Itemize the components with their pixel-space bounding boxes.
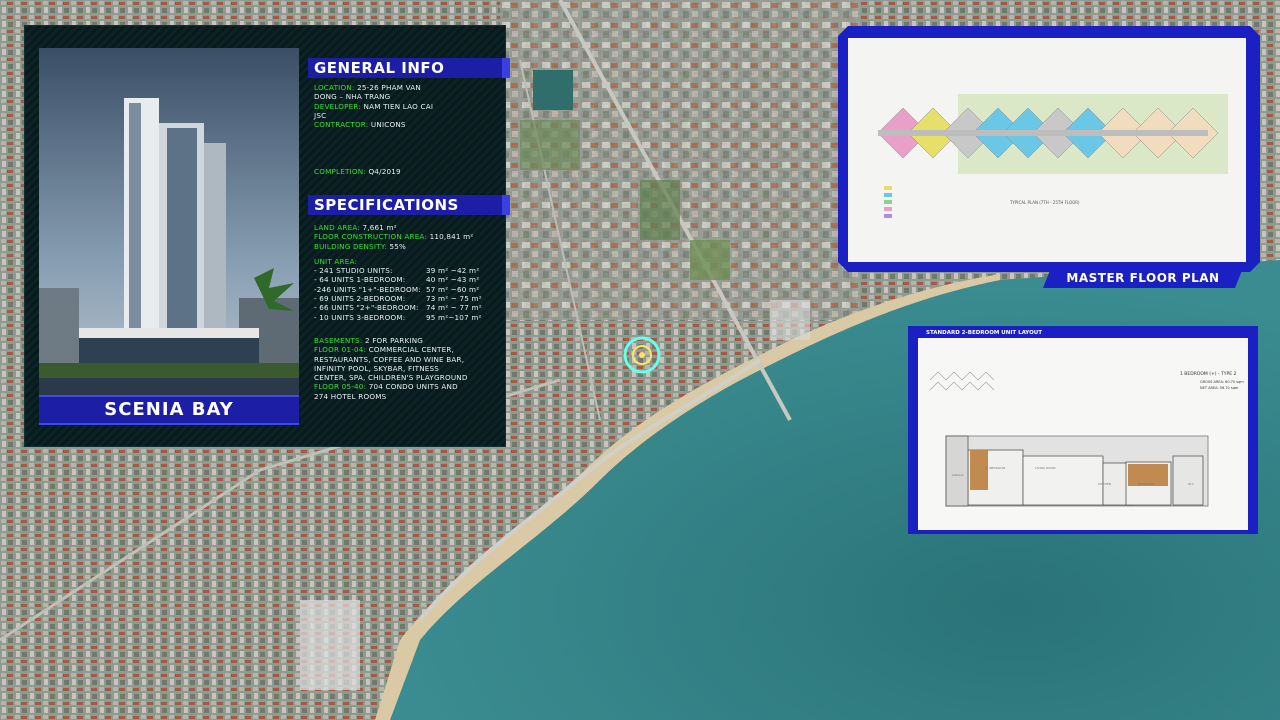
room-label-loggia: LOGGIA xyxy=(952,473,964,477)
room-label-wc: W.C xyxy=(1188,482,1194,486)
specifications-title: SPECIFICATIONS xyxy=(308,195,510,215)
master-floor-plan-image[interactable] xyxy=(848,38,1246,262)
room-label-bedroom: BEDROOM xyxy=(1138,482,1154,486)
net-area-label: NET AREA: 56.70 sqm xyxy=(1200,386,1239,390)
master-floor-plan-caption: MASTER FLOOR PLAN xyxy=(1043,268,1243,288)
unit-layout-header: STANDARD 2-BEDROOM UNIT LAYOUT xyxy=(926,330,1042,336)
project-name: SCENIA BAY xyxy=(39,395,299,425)
gross-area-label: GROSS AREA: 60.70 sqm xyxy=(1200,380,1244,384)
general-info-text: LOCATION: 25-26 PHAM VAN DONG – NHA TRAN… xyxy=(314,83,434,130)
building-render-image xyxy=(39,48,299,418)
room-label-master-bedroom: M. BEDROOM xyxy=(985,466,1006,470)
specifications-text: LAND AREA: 7,661 m² FLOOR CONSTRUCTION A… xyxy=(314,223,482,401)
room-label-living-room: LIVING ROOM xyxy=(1035,466,1056,470)
general-info-title: GENERAL INFO xyxy=(308,58,510,78)
typical-plan-label: TYPICAL PLAN (7TH - 25TH FLOOR) xyxy=(1010,200,1080,205)
project-info-panel: SCENIA BAY GENERAL INFO LOCATION: 25-26 … xyxy=(25,26,510,446)
unit-layout-image[interactable] xyxy=(918,338,1248,530)
unit-type-label: 1 BEDROOM (+) - TYPE 2 xyxy=(1180,372,1237,377)
room-label-kitchen: KITCHEN xyxy=(1098,482,1111,486)
completion-text: COMPLETION: Q4/2019 xyxy=(314,167,401,176)
